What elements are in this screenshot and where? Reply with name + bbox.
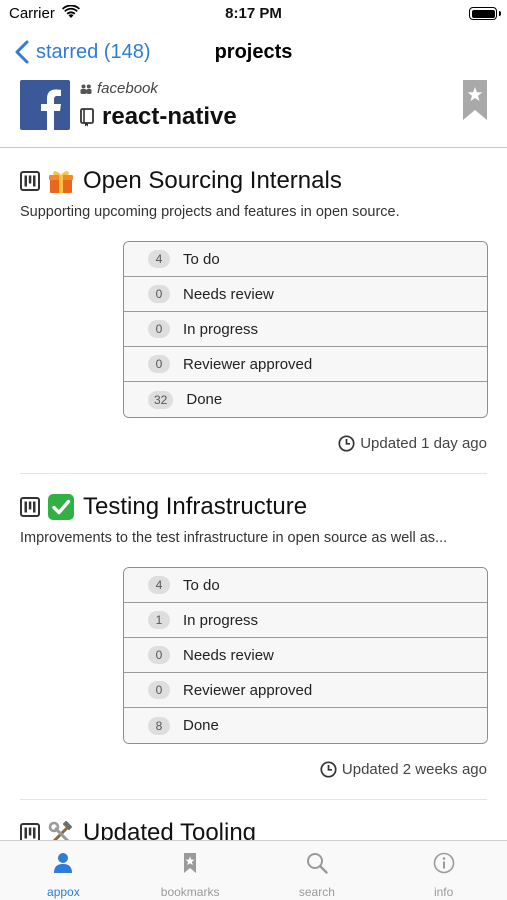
updated-text: Updated 1 day ago — [360, 435, 487, 452]
column-row[interactable]: 0 In progress — [124, 312, 487, 347]
column-row[interactable]: 4 To do — [124, 568, 487, 603]
column-row[interactable]: 0 Needs review — [124, 277, 487, 312]
column-row[interactable]: 0 Reviewer approved — [124, 673, 487, 708]
tab-search[interactable]: search — [254, 841, 381, 900]
clock-icon — [338, 435, 355, 452]
info-icon — [433, 852, 454, 874]
tab-label: search — [298, 885, 335, 899]
facebook-f-icon — [41, 89, 61, 130]
check-mark-icon — [48, 494, 74, 520]
column-count: 32 — [148, 390, 174, 409]
column-count: 0 — [148, 646, 170, 664]
column-label: Done — [186, 391, 223, 408]
tab-label: bookmarks — [160, 885, 220, 899]
column-count: 0 — [148, 681, 170, 699]
person-icon — [54, 853, 73, 873]
clock-icon — [320, 761, 337, 778]
project-divider — [20, 799, 487, 800]
column-row[interactable]: 0 Reviewer approved — [124, 347, 487, 382]
project-title: Updated Tooling — [83, 819, 257, 840]
repo-header: facebook react-native — [0, 76, 507, 148]
status-time: 8:17 PM — [225, 5, 282, 22]
repo-owner[interactable]: facebook — [80, 80, 158, 97]
column-label: Needs review — [183, 285, 274, 303]
column-label: To do — [183, 250, 220, 268]
tab-label: info — [433, 885, 454, 899]
project-title-row: Testing Infrastructure — [20, 493, 307, 521]
project-columns: 4 To do 1 In progress 0 Needs review 0 Revie… — [123, 567, 488, 744]
column-count: 8 — [148, 716, 170, 735]
bookmark-icon — [184, 853, 197, 873]
navigation-bar: starred (148) projects — [0, 28, 507, 76]
column-count: 0 — [148, 355, 170, 373]
column-row[interactable]: 4 To do — [124, 242, 487, 277]
column-label: In progress — [183, 611, 259, 629]
repo-book-icon — [80, 107, 94, 126]
hammer-wrench-icon — [48, 820, 73, 840]
column-label: In progress — [183, 320, 259, 338]
column-count: 4 — [148, 576, 170, 594]
column-row[interactable]: 0 Needs review — [124, 638, 487, 673]
bookmark-button[interactable] — [463, 80, 487, 120]
tab-info[interactable]: info — [380, 841, 507, 900]
column-count: 0 — [148, 320, 170, 338]
project-divider — [20, 473, 487, 474]
facebook-logo — [20, 80, 70, 130]
project-board-icon — [20, 823, 40, 840]
people-icon — [80, 84, 92, 94]
column-label: Done — [183, 717, 219, 734]
column-label: Needs review — [183, 646, 274, 664]
gift-icon — [49, 171, 73, 193]
project-title-row: Updated Tooling — [20, 819, 256, 840]
project-title-row: Open Sourcing Internals — [20, 167, 342, 195]
column-count: 1 — [148, 611, 170, 629]
projects-list[interactable]: Open Sourcing Internals Supporting upcom… — [0, 149, 507, 840]
column-row[interactable]: 32 Done — [124, 382, 487, 417]
project-description: Supporting upcoming projects and feature… — [20, 204, 400, 220]
status-bar: Carrier 8:17 PM — [0, 0, 507, 28]
project-updated: Updated 2 weeks ago — [320, 761, 487, 778]
column-count: 4 — [148, 250, 170, 268]
project-title: Testing Infrastructure — [83, 493, 308, 520]
tab-appox[interactable]: appox — [0, 841, 127, 900]
column-row[interactable]: 8 Done — [124, 708, 487, 743]
project-board-icon — [20, 171, 40, 191]
project-description: Improvements to the test infrastructure … — [20, 530, 448, 546]
project-title: Open Sourcing Internals — [83, 167, 342, 194]
repo-name-line: react-native — [80, 103, 237, 131]
battery-icon — [469, 7, 501, 20]
project-board-icon — [20, 497, 40, 517]
updated-text: Updated 2 weeks ago — [341, 761, 487, 778]
tab-bookmarks[interactable]: bookmarks — [127, 841, 254, 900]
project-columns: 4 To do 0 Needs review 0 In progress 0 Revie… — [123, 241, 488, 418]
tab-label: appox — [47, 885, 80, 899]
column-count: 0 — [148, 285, 170, 303]
project-updated: Updated 1 day ago — [338, 435, 487, 452]
column-label: Reviewer approved — [183, 355, 313, 373]
tab-bar: appox bookmarks search info — [0, 840, 507, 900]
repo-name: react-native — [102, 103, 237, 130]
column-row[interactable]: 1 In progress — [124, 603, 487, 638]
repo-owner-name: facebook — [97, 80, 158, 97]
column-label: To do — [183, 576, 220, 594]
search-icon — [306, 853, 328, 874]
column-label: Reviewer approved — [183, 681, 313, 699]
page-title: projects — [214, 41, 293, 63]
